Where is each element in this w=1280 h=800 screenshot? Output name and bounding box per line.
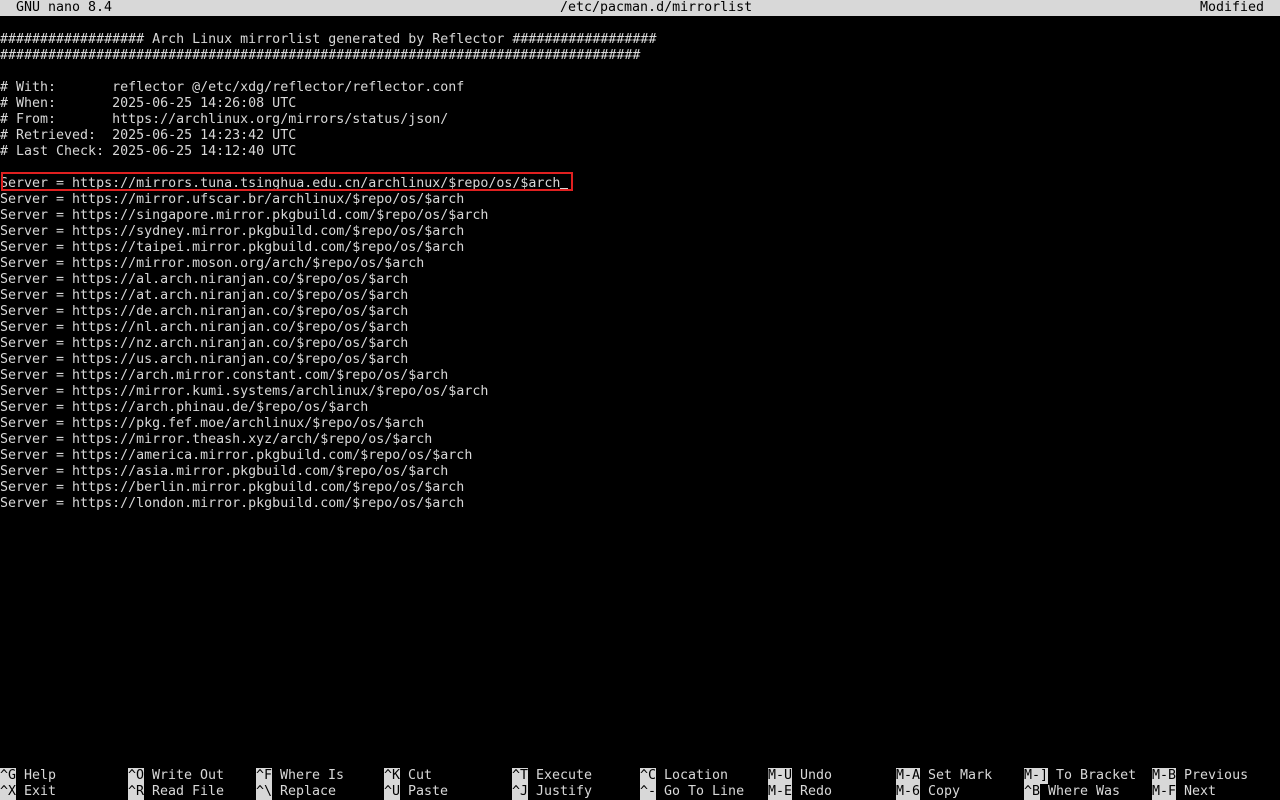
shortcut-undo[interactable]: M-U Undo: [768, 768, 832, 784]
shortcut-where-was[interactable]: ^B Where Was: [1024, 784, 1120, 800]
shortcut-key: ^J: [512, 784, 529, 800]
shortcut-key: ^C: [640, 768, 657, 784]
server-line[interactable]: Server = https://berlin.mirror.pkgbuild.…: [0, 480, 1280, 496]
shortcut-redo[interactable]: M-E Redo: [768, 784, 832, 800]
shortcut-label: Location: [664, 768, 729, 783]
server-line[interactable]: Server = https://pkg.fef.moe/archlinux/$…: [0, 416, 1280, 432]
title-bar: GNU nano 8.4 /etc/pacman.d/mirrorlist Mo…: [0, 0, 1280, 16]
shortcut-label: Cut: [408, 768, 433, 783]
shortcut-key: ^B: [1024, 784, 1041, 800]
shortcut-label: Paste: [408, 784, 449, 799]
comment-last-check-line[interactable]: # Last Check: 2025-06-25 14:12:40 UTC: [0, 144, 1280, 160]
shortcut-justify[interactable]: ^J Justify: [512, 784, 592, 800]
shortcut-key: M-E: [768, 784, 793, 800]
editor-buffer[interactable]: ################## Arch Linux mirrorlist…: [0, 32, 1280, 752]
server-line[interactable]: Server = https://asia.mirror.pkgbuild.co…: [0, 464, 1280, 480]
server-line[interactable]: Server = https://taipei.mirror.pkgbuild.…: [0, 240, 1280, 256]
server-line[interactable]: Server = https://at.arch.niranjan.co/$re…: [0, 288, 1280, 304]
shortcut-next[interactable]: M-F Next: [1152, 784, 1216, 800]
shortcut-key: ^U: [384, 784, 401, 800]
shortcut-set-mark[interactable]: M-A Set Mark: [896, 768, 992, 784]
shortcut-bar: ^G Help ^X Exit ^O Write Out ^R Read File ^F…: [0, 768, 1280, 800]
blank-line[interactable]: [0, 64, 1280, 80]
server-line[interactable]: Server = https://london.mirror.pkgbuild.…: [0, 496, 1280, 512]
shortcut-label: Redo: [800, 784, 833, 799]
comment-from-line[interactable]: # From: https://archlinux.org/mirrors/st…: [0, 112, 1280, 128]
shortcut-key: M-U: [768, 768, 793, 784]
server-line-text: Server = https://mirrors.tuna.tsinghua.e…: [0, 176, 561, 191]
header-rule-line[interactable]: ########################################…: [0, 48, 1280, 64]
server-line[interactable]: Server = https://mirror.theash.xyz/arch/…: [0, 432, 1280, 448]
server-line[interactable]: Server = https://de.arch.niranjan.co/$re…: [0, 304, 1280, 320]
shortcut-key: M-B: [1152, 768, 1177, 784]
shortcut-label: Write Out: [152, 768, 225, 783]
shortcut-previous[interactable]: M-B Previous: [1152, 768, 1248, 784]
server-line[interactable]: Server = https://arch.phinau.de/$repo/os…: [0, 400, 1280, 416]
shortcut-label: Where Is: [280, 768, 345, 783]
server-line[interactable]: Server = https://mirror.ufscar.br/archli…: [0, 192, 1280, 208]
shortcut-where-is[interactable]: ^F Where Is: [256, 768, 344, 784]
server-line[interactable]: Server = https://mirror.kumi.systems/arc…: [0, 384, 1280, 400]
shortcut-label: Go To Line: [664, 784, 745, 799]
shortcut-key: ^F: [256, 768, 273, 784]
server-line[interactable]: Server = https://sydney.mirror.pkgbuild.…: [0, 224, 1280, 240]
shortcut-key: ^O: [128, 768, 145, 784]
shortcut-exit[interactable]: ^X Exit: [0, 784, 56, 800]
server-line-current[interactable]: Server = https://mirrors.tuna.tsinghua.e…: [0, 176, 1280, 192]
shortcut-label: Next: [1184, 784, 1217, 799]
shortcut-label: Set Mark: [928, 768, 993, 783]
shortcut-label: Where Was: [1048, 784, 1121, 799]
server-line[interactable]: Server = https://nz.arch.niranjan.co/$re…: [0, 336, 1280, 352]
shortcut-key: ^G: [0, 768, 17, 784]
shortcut-key: ^K: [384, 768, 401, 784]
shortcut-label: Read File: [152, 784, 225, 799]
shortcut-execute[interactable]: ^T Execute: [512, 768, 592, 784]
shortcut-key: M-6: [896, 784, 921, 800]
shortcut-key: M-]: [1024, 768, 1049, 784]
server-line[interactable]: Server = https://nl.arch.niranjan.co/$re…: [0, 320, 1280, 336]
shortcut-read-file[interactable]: ^R Read File: [128, 784, 224, 800]
shortcut-key: ^X: [0, 784, 17, 800]
shortcut-label: Replace: [280, 784, 337, 799]
modified-status: Modified: [1199, 0, 1264, 15]
shortcut-label: Execute: [536, 768, 593, 783]
comment-retrieved-line[interactable]: # Retrieved: 2025-06-25 14:23:42 UTC: [0, 128, 1280, 144]
text-cursor: [560, 176, 569, 192]
shortcut-key: M-A: [896, 768, 921, 784]
server-line[interactable]: Server = https://mirror.moson.org/arch/$…: [0, 256, 1280, 272]
server-line[interactable]: Server = https://singapore.mirror.pkgbui…: [0, 208, 1280, 224]
server-line[interactable]: Server = https://arch.mirror.constant.co…: [0, 368, 1280, 384]
shortcut-go-to-line[interactable]: ^- Go To Line: [640, 784, 744, 800]
shortcut-write-out[interactable]: ^O Write Out: [128, 768, 224, 784]
shortcut-key: ^-: [640, 784, 657, 800]
shortcut-label: Copy: [928, 784, 961, 799]
shortcut-key: ^\: [256, 784, 273, 800]
shortcut-replace[interactable]: ^\ Replace: [256, 784, 336, 800]
shortcut-to-bracket[interactable]: M-] To Bracket: [1024, 768, 1136, 784]
app-name: GNU nano 8.4: [16, 0, 113, 15]
server-line[interactable]: Server = https://al.arch.niranjan.co/$re…: [0, 272, 1280, 288]
server-line[interactable]: Server = https://us.arch.niranjan.co/$re…: [0, 352, 1280, 368]
shortcut-label: Justify: [536, 784, 593, 799]
shortcut-label: Previous: [1184, 768, 1249, 783]
shortcut-cut[interactable]: ^K Cut: [384, 768, 432, 784]
shortcut-label: Help: [24, 768, 57, 783]
comment-when-line[interactable]: # When: 2025-06-25 14:26:08 UTC: [0, 96, 1280, 112]
shortcut-key: ^T: [512, 768, 529, 784]
shortcut-key: ^R: [128, 784, 145, 800]
shortcut-paste[interactable]: ^U Paste: [384, 784, 448, 800]
shortcut-key: M-F: [1152, 784, 1177, 800]
comment-with-line[interactable]: # With: reflector @/etc/xdg/reflector/re…: [0, 80, 1280, 96]
header-banner-line[interactable]: ################## Arch Linux mirrorlist…: [0, 32, 1280, 48]
server-line[interactable]: Server = https://america.mirror.pkgbuild…: [0, 448, 1280, 464]
shortcut-label: Undo: [800, 768, 833, 783]
file-path: /etc/pacman.d/mirrorlist: [560, 0, 753, 15]
shortcut-label: To Bracket: [1056, 768, 1137, 783]
shortcut-help[interactable]: ^G Help: [0, 768, 56, 784]
shortcut-location[interactable]: ^C Location: [640, 768, 728, 784]
shortcut-copy[interactable]: M-6 Copy: [896, 784, 960, 800]
shortcut-label: Exit: [24, 784, 57, 799]
blank-line[interactable]: [0, 160, 1280, 176]
